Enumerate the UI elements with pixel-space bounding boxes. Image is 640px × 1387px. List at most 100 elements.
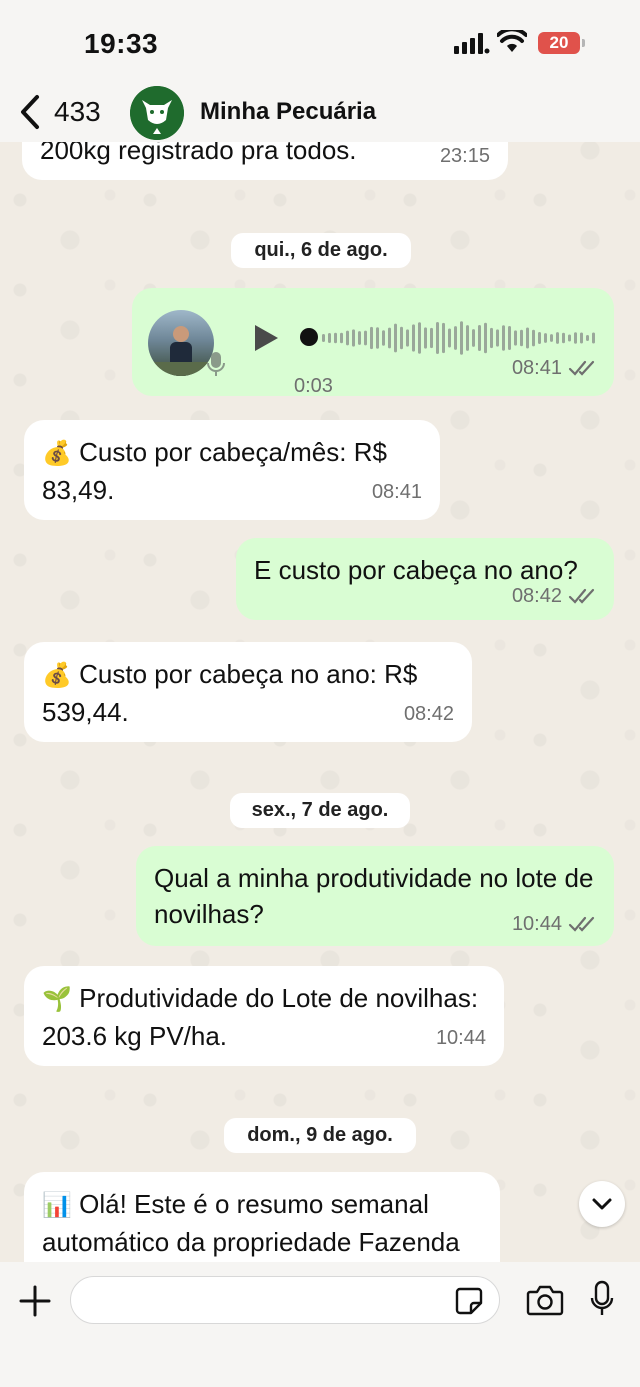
message-time: 10:44 xyxy=(435,1027,486,1049)
waveform-bar xyxy=(568,334,571,342)
composer-bar xyxy=(0,1262,640,1387)
contact-name[interactable]: Minha Pecuária xyxy=(200,98,376,126)
message-bubble-incoming[interactable]: 💰 Custo por cabeça/mês: R$ 83,49. 08:41 xyxy=(24,420,440,520)
scroll-to-bottom-button[interactable] xyxy=(579,1181,625,1227)
waveform-bar xyxy=(478,324,481,352)
person-photo-icon xyxy=(148,326,214,376)
waveform-bar xyxy=(484,322,487,354)
waveform-bar xyxy=(574,332,577,344)
waveform-bar xyxy=(334,332,337,344)
message-text: Custo por cabeça/mês: R$ 83,49. xyxy=(42,437,387,505)
waveform-bar xyxy=(544,333,547,343)
chevron-down-icon xyxy=(592,1198,612,1210)
waveform-bar xyxy=(424,327,427,349)
sender-avatar xyxy=(148,310,214,376)
waveform-bar xyxy=(328,333,331,343)
waveform-bar xyxy=(454,326,457,350)
chat-header: 433 Minha Pecuária xyxy=(0,86,640,142)
waveform-bar xyxy=(358,331,361,345)
waveform-bar xyxy=(592,332,595,344)
waveform-bar xyxy=(436,321,439,355)
message-text: Custo por cabeça no ano: R$ 539,44. xyxy=(42,659,418,727)
message-meta: 08:41 xyxy=(512,350,596,386)
waveform-bar xyxy=(514,330,517,346)
status-bar: 19:33 20 xyxy=(0,0,640,86)
waveform-bar xyxy=(448,328,451,348)
waveform-bar xyxy=(430,327,433,349)
message-bubble-outgoing[interactable]: E custo por cabeça no ano? 08:42 xyxy=(236,538,614,620)
waveform-bar xyxy=(586,334,589,342)
message-meta: 08:42 xyxy=(404,696,454,732)
wifi-icon xyxy=(497,30,527,52)
message-list[interactable]: 200kg registrado pra todos. 23:15 qui., … xyxy=(0,142,640,1262)
waveform-bar xyxy=(532,329,535,347)
message-text: Olá! Este é o resumo semanal automático … xyxy=(42,1189,460,1257)
plus-icon[interactable] xyxy=(18,1284,52,1318)
message-time: 10:44 xyxy=(511,913,562,935)
waveform-bar xyxy=(394,323,397,353)
waveform-bar xyxy=(406,329,409,347)
message-bubble-incoming[interactable]: 💰 Custo por cabeça no ano: R$ 539,44. 08… xyxy=(24,642,472,742)
waveform-bar xyxy=(490,327,493,349)
voice-duration: 0:03 xyxy=(294,375,333,397)
message-bubble-incoming[interactable]: 200kg registrado pra todos. 23:15 xyxy=(22,142,508,180)
message-meta: 08:42 xyxy=(512,578,596,614)
date-separator: dom., 9 de ago. xyxy=(224,1118,416,1153)
message-bubble-incoming[interactable]: 🌱 Produtividade do Lote de novilhas: 203… xyxy=(24,966,504,1066)
microphone-icon[interactable] xyxy=(590,1280,614,1318)
waveform-bar xyxy=(508,325,511,351)
message-bubble-outgoing[interactable]: Qual a minha produtividade no lote de no… xyxy=(136,846,614,946)
waveform-bar xyxy=(346,330,349,346)
waveform-bar xyxy=(364,330,367,346)
sticker-icon[interactable] xyxy=(454,1286,484,1316)
date-label: qui., 6 de ago. xyxy=(254,239,388,261)
waveform-bar xyxy=(418,322,421,354)
waveform-bar xyxy=(580,332,583,344)
date-separator: sex., 7 de ago. xyxy=(230,793,410,828)
message-input[interactable] xyxy=(70,1276,500,1324)
message-time: 08:41 xyxy=(371,481,422,503)
money-bag-icon: 💰 xyxy=(42,662,72,689)
waveform-bar xyxy=(388,327,391,349)
waveform-bar xyxy=(466,325,469,351)
waveform-bar xyxy=(370,326,373,350)
play-icon[interactable] xyxy=(252,322,280,354)
waveform-bar xyxy=(322,334,325,342)
waveform-bar xyxy=(352,329,355,347)
message-text: Produtividade do Lote de novilhas: 203.6… xyxy=(42,983,479,1051)
waveform-bar xyxy=(520,329,523,347)
waveform-bar xyxy=(556,332,559,344)
camera-icon[interactable] xyxy=(526,1284,564,1316)
contact-avatar[interactable] xyxy=(130,86,184,140)
message-time: 08:42 xyxy=(403,703,454,725)
waveform-bar xyxy=(382,330,385,346)
cow-logo-icon xyxy=(130,86,184,140)
playback-scrubber[interactable] xyxy=(300,328,318,346)
message-meta: 10:44 xyxy=(436,1020,486,1056)
waveform-bar xyxy=(340,332,343,344)
waveform-bar xyxy=(538,332,541,344)
waveform-bar xyxy=(460,321,463,355)
unread-count[interactable]: 433 xyxy=(54,96,101,128)
back-chevron-icon[interactable] xyxy=(18,94,42,130)
bar-chart-icon: 📊 xyxy=(42,1192,72,1219)
waveform-bar xyxy=(496,329,499,347)
waveform-bar xyxy=(562,332,565,344)
message-time: 08:42 xyxy=(511,585,562,607)
message-meta: 10:44 xyxy=(512,906,596,942)
battery-indicator: 20 xyxy=(538,32,585,54)
read-ticks-icon xyxy=(568,360,595,376)
mic-icon xyxy=(207,352,225,376)
seedling-icon: 🌱 xyxy=(42,986,72,1013)
message-time: 08:41 xyxy=(511,357,562,379)
waveform-bar xyxy=(502,325,505,351)
waveform-bar xyxy=(376,327,379,349)
money-bag-icon: 💰 xyxy=(42,440,72,467)
message-time: 23:15 xyxy=(439,145,490,167)
date-label: dom., 9 de ago. xyxy=(247,1124,393,1146)
read-ticks-icon xyxy=(568,916,595,932)
voice-message-bubble[interactable]: 0:03 08:41 xyxy=(132,288,614,397)
message-bubble-incoming[interactable]: 📊 Olá! Este é o resumo semanal automátic… xyxy=(24,1172,500,1262)
waveform-bar xyxy=(412,324,415,352)
waveform-bar xyxy=(472,329,475,347)
